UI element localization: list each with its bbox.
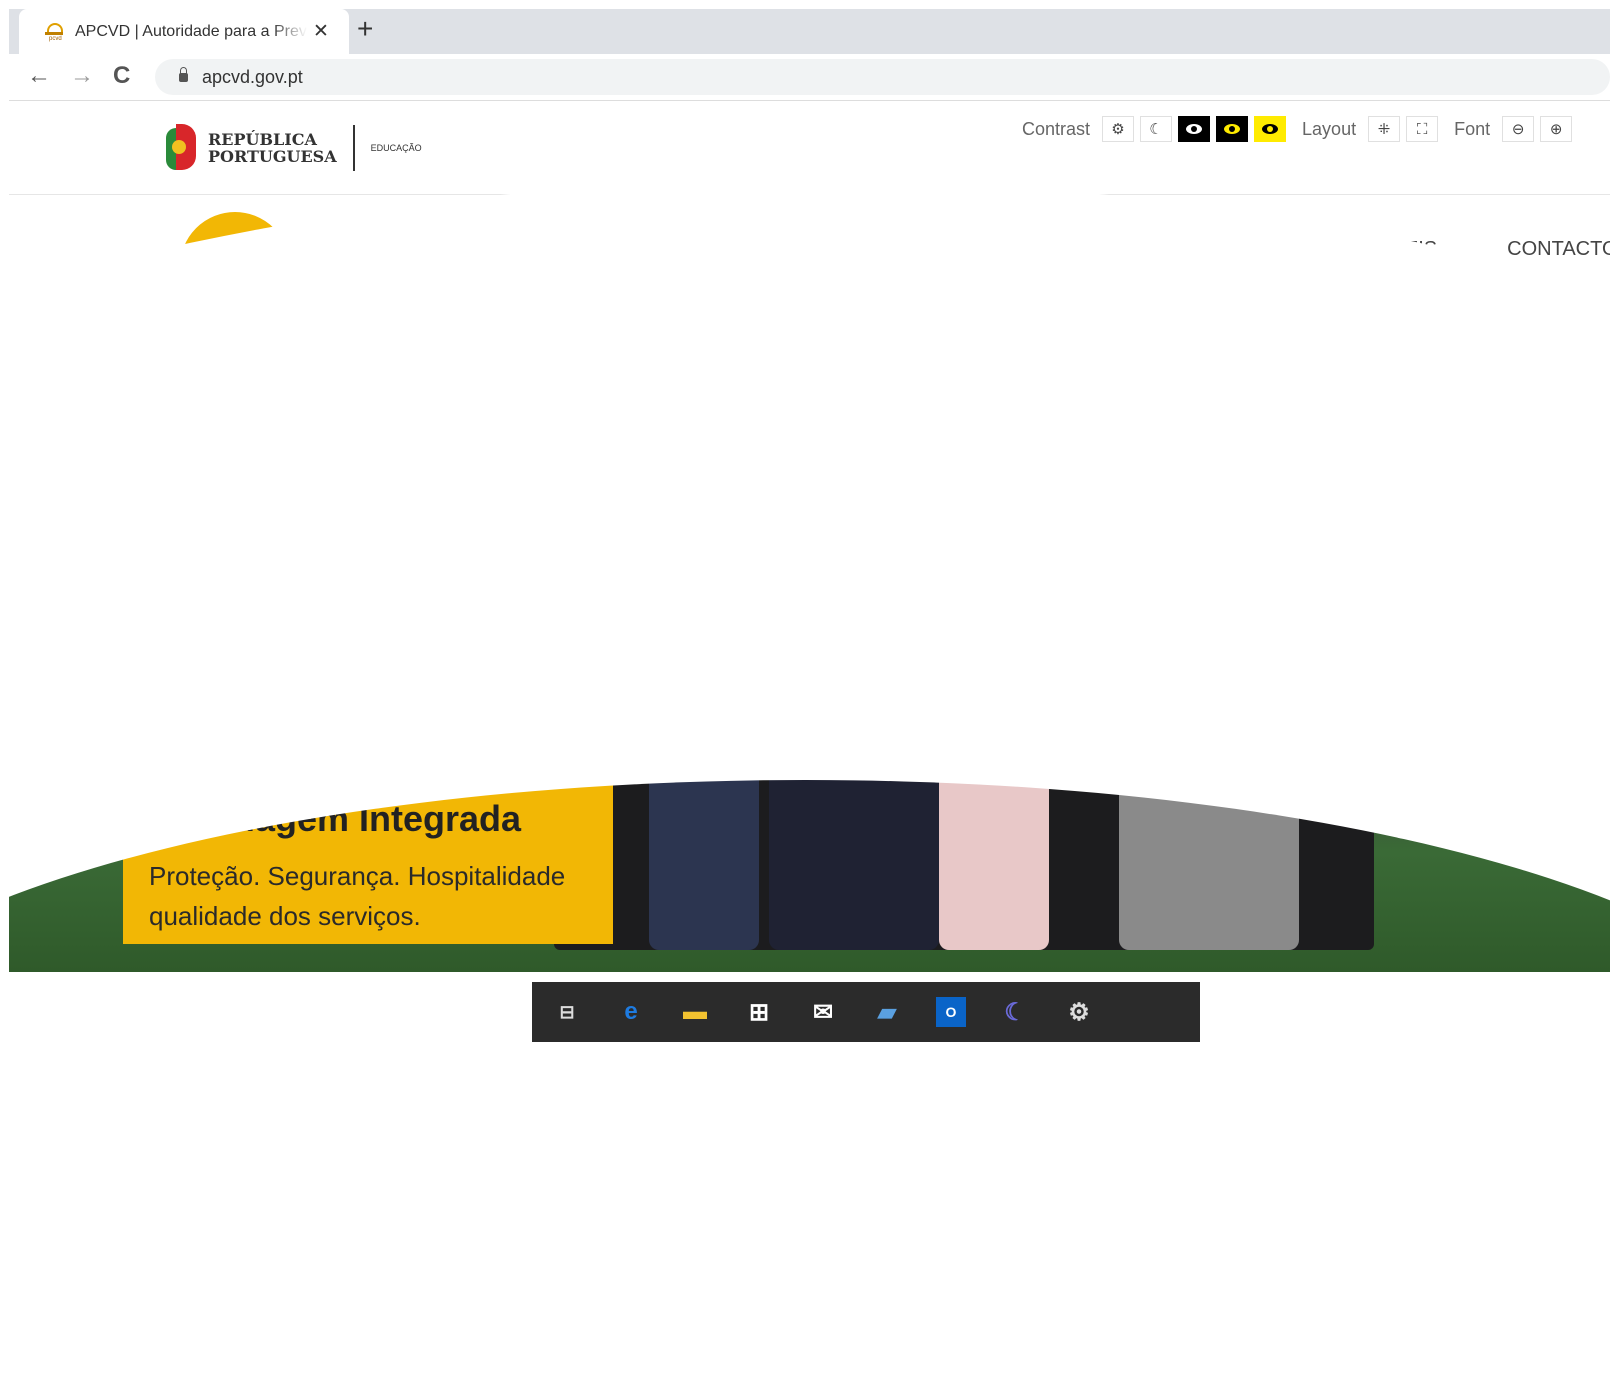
- son-figure: [939, 700, 1049, 950]
- settings-icon[interactable]: ⚙: [1064, 997, 1094, 1027]
- logo-rule: [148, 304, 316, 312]
- compress-icon[interactable]: ⁜: [1368, 116, 1401, 142]
- address-bar[interactable]: apcvd.gov.pt: [155, 59, 1610, 95]
- main-nav: A APCVD ATIVIDADE LEGISLAÇÃO LIGAÇÕES ÚT…: [744, 238, 1610, 261]
- layout-label: Layout: [1302, 118, 1357, 139]
- ministry-label: EDUCAÇÃO: [370, 143, 422, 153]
- remote-desktop-icon[interactable]: ▰: [872, 997, 902, 1027]
- contrast-label: Contrast: [1022, 118, 1091, 139]
- tab-close-icon[interactable]: ✕: [313, 20, 329, 43]
- file-explorer-icon[interactable]: ▬: [680, 997, 710, 1027]
- hero-title: Abordagem Integrada: [149, 798, 522, 839]
- minus-circle-icon[interactable]: ⊖: [1502, 116, 1535, 142]
- store-icon[interactable]: ⊞: [744, 997, 774, 1027]
- dropdown-item-regulamento-seguranca[interactable]: REGULAMENTO DE SEGURANÇA E DE UTILIZAÇÃO…: [902, 441, 1124, 576]
- mother-figure: [1119, 585, 1299, 950]
- new-tab-button[interactable]: +: [357, 13, 373, 45]
- forward-button[interactable]: →: [70, 62, 94, 90]
- browser-toolbar: ← → C apcvd.gov.pt: [9, 54, 1610, 101]
- eye-icon[interactable]: [1216, 116, 1249, 142]
- header-divider: [9, 194, 1610, 195]
- edge-icon[interactable]: e: [616, 997, 646, 1027]
- logo-divider: [352, 125, 355, 171]
- site-logo[interactable]: autoridade PREVENÇÃO E COMBATE À VIOLÊNC…: [148, 212, 628, 348]
- windows-taskbar: ⊟ e ▬ ⊞ ✉ ▰ O ☾ ⚙: [532, 982, 1200, 1042]
- eye-icon[interactable]: [1254, 116, 1287, 142]
- reload-button[interactable]: C: [113, 62, 130, 90]
- lock-icon: [179, 66, 188, 82]
- site-favicon-icon: pcvd: [45, 22, 65, 42]
- url-text: apcvd.gov.pt: [202, 66, 303, 87]
- moon-icon[interactable]: ☾: [1140, 116, 1173, 142]
- nav-item-contacto[interactable]: CONTACTO: [1507, 238, 1610, 261]
- logo-wordmark: autoridade: [236, 224, 627, 306]
- stadium-light: [1169, 460, 1181, 472]
- browser-tab-strip: pcvd APCVD | Autoridade para a Preve ✕ +: [9, 9, 1610, 54]
- expand-icon[interactable]: ⛶: [1406, 116, 1439, 142]
- stadium-roof: [9, 370, 1610, 450]
- hero-caption: Abordagem Integrada Proteção. Segurança.…: [123, 770, 613, 944]
- portugal-flag-icon: [164, 124, 198, 172]
- accessibility-toolbar: Contrast ⚙ ☾ Layout ⁜ ⛶ Font ⊖ ⊕: [1022, 114, 1573, 144]
- nav-item-atividade[interactable]: ATIVIDADE: [900, 238, 1004, 261]
- outlook-icon[interactable]: O: [936, 997, 966, 1027]
- atividade-dropdown: QUALIFICAÇÃO DOS ESPECTÁCULOS DESPORTIVO…: [867, 316, 1133, 700]
- font-label: Font: [1454, 118, 1491, 139]
- plus-circle-icon[interactable]: ⊕: [1540, 116, 1573, 142]
- browser-tab[interactable]: pcvd APCVD | Autoridade para a Preve ✕: [19, 9, 349, 54]
- tab-title: APCVD | Autoridade para a Preve: [75, 22, 307, 40]
- hero-subtitle: Proteção. Segurança. Hospitalidade quali…: [149, 861, 566, 931]
- child-figure: [649, 650, 759, 950]
- nav-item-ligacoes-uteis[interactable]: LIGAÇÕES ÚTEIS: [1270, 238, 1437, 261]
- logo-tagline: PREVENÇÃO E COMBATE À VIOLÊNCIA NO DESPO…: [320, 300, 573, 328]
- dropdown-item-regulamento-prevencao[interactable]: REGULAMENTO DE PREVENÇÃO DA VIOLÊNCIA: [902, 591, 1124, 672]
- dropdown-item-qualificacao[interactable]: QUALIFICAÇÃO DOS ESPECTÁCULOS DESPORTIVO…: [902, 345, 1124, 426]
- nav-item-apcvd[interactable]: A APCVD: [744, 238, 830, 261]
- stadium-light: [104, 418, 116, 430]
- nav-item-legislacao[interactable]: LEGISLAÇÃO: [1074, 238, 1201, 261]
- task-view-icon[interactable]: ⊟: [552, 997, 582, 1027]
- gov-logo[interactable]: REPÚBLICA PORTUGUESA EDUCAÇÃO: [164, 124, 422, 172]
- gear-icon[interactable]: ⚙: [1102, 116, 1135, 142]
- teams-icon[interactable]: ☾: [1000, 997, 1030, 1027]
- stadium-light: [339, 680, 351, 692]
- mail-icon[interactable]: ✉: [808, 997, 838, 1027]
- back-button[interactable]: ←: [27, 62, 51, 90]
- republica-text: REPÚBLICA PORTUGUESA: [208, 130, 337, 166]
- eye-icon[interactable]: [1178, 116, 1211, 142]
